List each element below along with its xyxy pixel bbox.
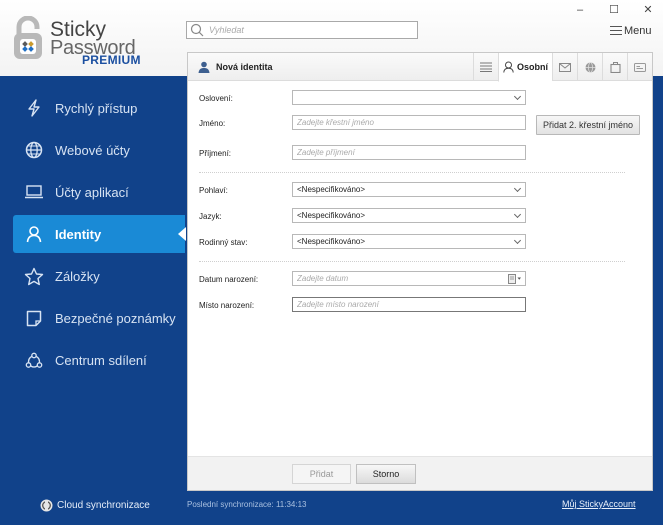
cancel-button[interactable]: Storno	[356, 464, 416, 484]
birth-date-label: Datum narození:	[199, 275, 259, 284]
globe-icon	[23, 139, 45, 161]
panel-header: Nová identita Osobní	[188, 53, 652, 82]
lock-logo-icon	[14, 16, 42, 59]
panel-title: Nová identita	[198, 61, 273, 73]
tab-personal[interactable]: Osobní	[498, 53, 552, 82]
globe-icon	[585, 61, 595, 73]
minimize-button[interactable]: –	[570, 2, 590, 18]
sidebar-item-identity[interactable]: Identity	[13, 215, 186, 253]
close-button[interactable]: ✕	[638, 2, 658, 18]
identity-icon	[198, 61, 210, 73]
active-pointer	[178, 227, 186, 241]
last-name-input[interactable]	[297, 147, 517, 158]
lightning-icon	[23, 97, 45, 119]
language-label: Jazyk:	[199, 212, 222, 221]
tab-card[interactable]	[627, 53, 652, 81]
tab-list[interactable]	[473, 53, 498, 81]
tab-work[interactable]	[602, 53, 627, 81]
tab-email[interactable]	[552, 53, 577, 81]
tab-personal-label: Osobní	[517, 62, 548, 72]
laptop-icon	[23, 181, 45, 203]
chevron-down-icon	[513, 92, 522, 101]
gender-label: Pohlaví:	[199, 186, 228, 195]
birth-place-input[interactable]	[297, 299, 517, 310]
sidebar-item-secure-notes[interactable]: Bezpečné poznámky	[13, 299, 185, 337]
person-icon	[503, 61, 514, 73]
maximize-button[interactable]: ☐	[604, 2, 624, 18]
first-name-label: Jméno:	[199, 119, 226, 128]
gender-value: <Nespecifikováno>	[297, 185, 366, 194]
sidebar-item-web-accounts[interactable]: Webové účty	[13, 131, 185, 169]
person-icon	[23, 223, 45, 245]
birth-place-field[interactable]	[292, 297, 526, 312]
cloud-sync-button[interactable]: Cloud synchronizace	[40, 499, 150, 512]
sidebar-item-label: Bezpečné poznámky	[55, 310, 176, 326]
sidebar-item-label: Účty aplikací	[55, 184, 129, 200]
language-select[interactable]: <Nespecifikováno>	[292, 208, 526, 223]
birth-place-label: Místo narození:	[199, 301, 255, 310]
chevron-down-icon	[513, 184, 522, 193]
add-button[interactable]: Přidat	[292, 464, 351, 484]
section-divider	[199, 172, 625, 173]
gender-select[interactable]: <Nespecifikováno>	[292, 182, 526, 197]
sidebar-item-bookmarks[interactable]: Záložky	[13, 257, 185, 295]
search-input[interactable]	[209, 23, 409, 37]
marital-status-label: Rodinný stav:	[199, 238, 248, 247]
star-icon	[23, 265, 45, 287]
identity-panel: Nová identita Osobní Oslovení: Jméno: Za…	[187, 52, 653, 491]
sync-icon	[40, 499, 53, 512]
birth-date-field[interactable]	[292, 271, 526, 286]
sidebar-item-app-accounts[interactable]: Účty aplikací	[13, 173, 185, 211]
menu-button[interactable]: Menu	[610, 23, 652, 39]
sidebar-item-label: Webové účty	[55, 142, 130, 158]
chevron-down-icon	[513, 236, 522, 245]
tab-web[interactable]	[577, 53, 602, 81]
sidebar-item-label: Identity	[55, 226, 102, 242]
panel-footer: Přidat Storno	[188, 456, 652, 490]
calendar-dropdown-icon[interactable]	[508, 274, 522, 284]
last-name-field[interactable]	[292, 145, 526, 160]
salutation-select[interactable]	[292, 90, 526, 105]
cloud-sync-label: Cloud synchronizace	[57, 500, 150, 511]
first-name-input[interactable]	[297, 117, 517, 128]
list-icon	[480, 62, 492, 72]
chevron-down-icon	[513, 210, 522, 219]
last-sync-status: Poslední synchronizace: 11:34:13	[187, 500, 307, 509]
first-name-field[interactable]	[292, 115, 526, 130]
app-logo: Sticky Password PREMIUM	[12, 14, 182, 72]
note-icon	[23, 307, 45, 329]
sidebar-item-label: Centrum sdílení	[55, 352, 147, 368]
sidebar-item-quick-access[interactable]: Rychlý přístup	[13, 89, 185, 127]
last-name-label: Příjmení:	[199, 149, 232, 158]
logo-edition: PREMIUM	[82, 53, 141, 67]
id-card-icon	[634, 62, 646, 72]
share-icon	[23, 349, 45, 371]
search-icon	[190, 23, 204, 37]
menu-label: Menu	[624, 25, 652, 37]
briefcase-icon	[609, 61, 621, 73]
my-account-link[interactable]: Můj StickyAccount	[562, 499, 636, 509]
sidebar-item-label: Záložky	[55, 268, 100, 284]
salutation-label: Oslovení:	[199, 94, 233, 103]
panel-title-text: Nová identita	[216, 62, 273, 72]
envelope-icon	[559, 62, 571, 72]
marital-status-select[interactable]: <Nespecifikováno>	[292, 234, 526, 249]
birth-date-input[interactable]	[297, 273, 517, 284]
panel-tabs: Osobní	[473, 53, 652, 82]
sidebar-item-label: Rychlý přístup	[55, 100, 138, 116]
section-divider	[199, 261, 625, 262]
marital-status-value: <Nespecifikováno>	[297, 237, 366, 246]
language-value: <Nespecifikováno>	[297, 211, 366, 220]
search-box[interactable]	[186, 21, 418, 39]
sidebar-item-sharing-center[interactable]: Centrum sdílení	[13, 341, 185, 379]
hamburger-icon	[610, 25, 622, 35]
add-second-name-button[interactable]: Přidat 2. křestní jméno	[536, 115, 640, 135]
